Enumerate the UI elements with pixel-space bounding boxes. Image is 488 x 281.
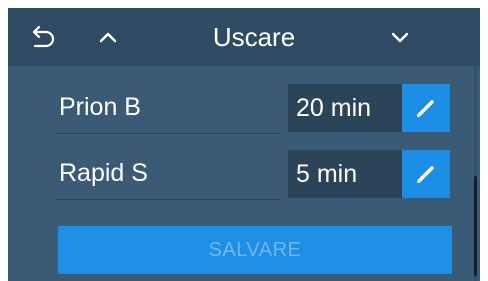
time-value-field: 5 min xyxy=(288,150,402,198)
pencil-icon xyxy=(417,100,434,117)
scrollbar-thumb[interactable] xyxy=(474,176,477,276)
edit-button[interactable] xyxy=(402,150,450,198)
scroll-up-button[interactable] xyxy=(84,8,132,66)
edit-button[interactable] xyxy=(402,84,450,132)
program-row: Rapid S 5 min xyxy=(56,150,452,200)
page-title: Uscare xyxy=(212,22,296,52)
save-button[interactable]: SALVARE xyxy=(58,226,452,274)
time-value-field: 20 min xyxy=(288,84,402,132)
chevron-up-icon xyxy=(99,32,117,43)
row-divider xyxy=(56,199,280,200)
chevron-down-icon xyxy=(391,32,409,43)
program-label: Rapid S xyxy=(59,159,148,187)
screen: Uscare Prion B 20 min Rapid S 5 min SALV… xyxy=(8,8,480,281)
pencil-icon xyxy=(417,166,434,183)
program-row: Prion B 20 min xyxy=(56,84,452,134)
program-label: Prion B xyxy=(59,93,141,121)
scroll-down-button[interactable] xyxy=(376,8,424,66)
header-bar: Uscare xyxy=(8,8,480,66)
row-divider xyxy=(56,133,280,134)
back-button[interactable] xyxy=(20,8,68,66)
undo-arrow-icon xyxy=(32,25,55,48)
